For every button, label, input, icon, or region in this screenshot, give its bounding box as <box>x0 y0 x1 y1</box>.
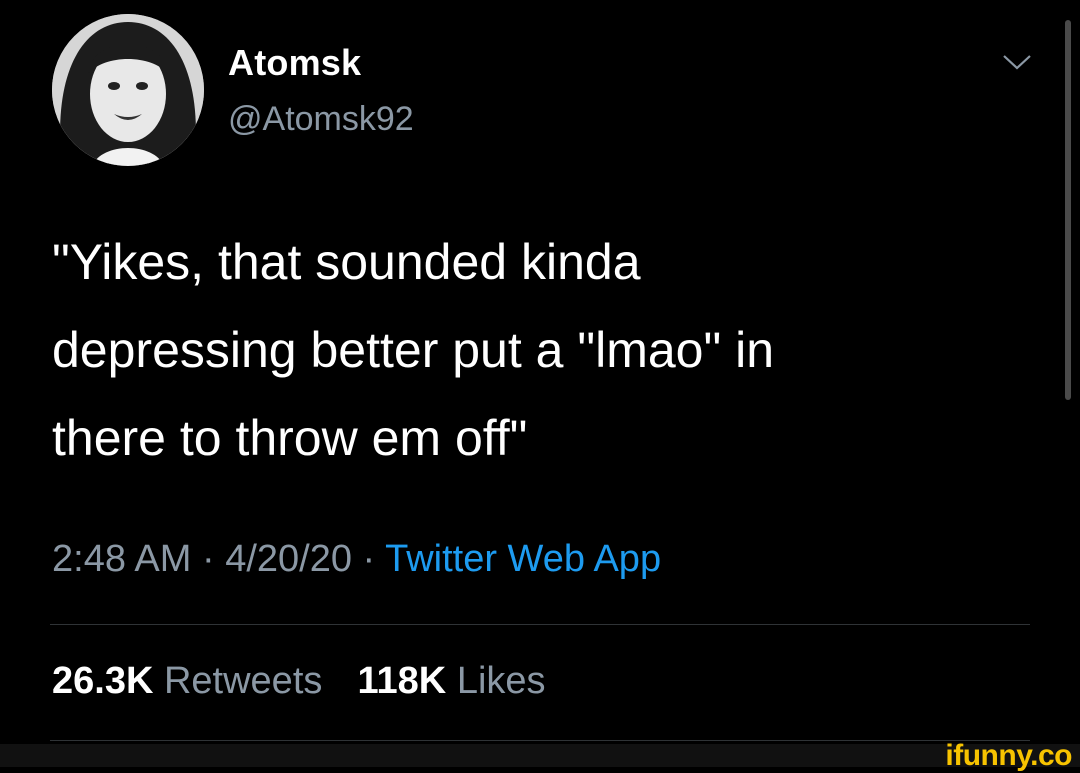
avatar[interactable] <box>52 14 204 166</box>
tweet-source-link[interactable]: Twitter Web App <box>385 538 661 580</box>
tweet-text-line: depressing better put a "lmao" in <box>52 322 775 378</box>
tweet-text: "Yikes, that sounded kinda depressing be… <box>52 218 1012 482</box>
profile-photo-icon <box>52 14 204 166</box>
meta-separator: · <box>191 538 226 580</box>
chevron-down-icon[interactable] <box>1000 50 1034 74</box>
tweet-text-line: there to throw em off" <box>52 410 528 466</box>
likes-stat[interactable]: 118K Likes <box>358 660 546 702</box>
tweet-metadata: 2:48 AM · 4/20/20 · Twitter Web App <box>52 538 661 581</box>
divider <box>50 740 1030 741</box>
scrollbar[interactable] <box>1065 20 1071 400</box>
divider <box>50 624 1030 625</box>
tweet-time[interactable]: 2:48 AM <box>52 538 191 580</box>
likes-count: 118K <box>357 660 447 702</box>
retweets-count: 26.3K <box>52 660 154 702</box>
footer-bar <box>0 744 1080 767</box>
likes-label: Likes <box>456 660 546 702</box>
retweets-stat[interactable]: 26.3K Retweets <box>52 660 322 702</box>
tweet-date[interactable]: 4/20/20 <box>225 538 352 580</box>
tweet-stats: 26.3K Retweets 118K Likes <box>52 660 546 703</box>
ifunny-watermark: ifunny.co <box>945 739 1072 772</box>
display-name[interactable]: Atomsk <box>228 42 361 84</box>
meta-separator: · <box>352 538 386 580</box>
user-handle[interactable]: @Atomsk92 <box>228 100 414 139</box>
retweets-label: Retweets <box>163 660 323 702</box>
tweet-text-line: "Yikes, that sounded kinda <box>52 234 641 290</box>
